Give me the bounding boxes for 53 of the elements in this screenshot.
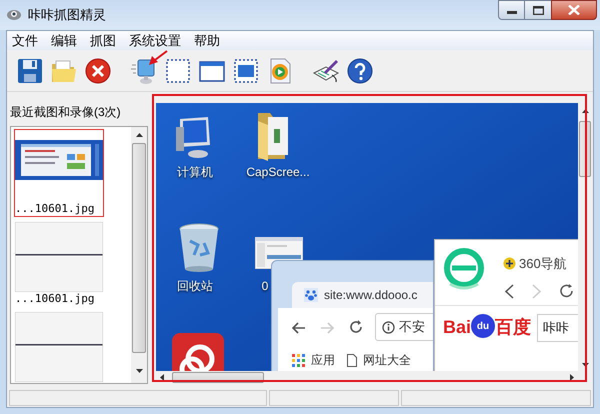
logo-text: Bai xyxy=(443,316,472,338)
close-button[interactable] xyxy=(551,0,597,20)
search-value: 咔咔 xyxy=(543,319,569,338)
bookmark-link[interactable]: 应用 xyxy=(311,351,335,369)
recent-captures-title: 最近截图和录像(3次) xyxy=(10,104,122,121)
delete-icon[interactable] xyxy=(84,56,112,84)
dashed-screen-icon[interactable] xyxy=(232,56,260,84)
vertical-scrollbar[interactable] xyxy=(131,127,147,383)
menu-item[interactable]: 抓图 xyxy=(90,30,116,50)
info-icon xyxy=(382,320,395,334)
maximize-icon xyxy=(532,6,544,14)
scroll-up-icon xyxy=(136,133,142,137)
menu-item[interactable]: 帮助 xyxy=(194,30,220,50)
help-icon[interactable] xyxy=(346,56,374,84)
address-text: 不安 xyxy=(399,318,425,336)
scroll-down-icon xyxy=(582,363,588,367)
menu-item[interactable]: 编辑 xyxy=(51,30,77,50)
desktop-icon-label: 计算机 xyxy=(176,164,214,181)
page-icon xyxy=(347,354,357,366)
logo-mark: du xyxy=(471,314,496,338)
desktop-icon-label: 回收站 xyxy=(176,278,214,295)
scroll-right-icon xyxy=(570,374,574,380)
plus-circle-icon xyxy=(503,257,516,270)
browser-tab[interactable]: site:www.ddooo.c xyxy=(292,282,433,308)
browser-logo-icon xyxy=(444,248,484,292)
thumbnail-item[interactable]: ...10601.jpg xyxy=(14,221,104,307)
back-arrow-icon[interactable] xyxy=(292,322,306,334)
minimize-icon xyxy=(506,11,516,15)
dashed-square-icon[interactable] xyxy=(164,56,192,84)
maximize-button[interactable] xyxy=(525,0,551,20)
desktop-icon-label: 0 xyxy=(260,278,270,295)
scroll-down-icon xyxy=(136,369,142,373)
paw-icon xyxy=(304,288,318,302)
minimize-button[interactable] xyxy=(498,0,525,20)
tab-title: site:www.ddooo.c xyxy=(324,287,418,304)
annotation-arrow xyxy=(148,50,168,66)
reload-icon[interactable] xyxy=(349,320,363,334)
scrollbar-thumb[interactable] xyxy=(132,143,146,353)
close-icon xyxy=(568,5,580,15)
window-title: 咔咔抓图精灵 xyxy=(28,6,106,24)
scroll-up-icon xyxy=(582,109,588,113)
desktop-icon-label: CapScree... xyxy=(245,164,311,181)
thumbnail-item[interactable]: ...10601.jpg xyxy=(14,129,104,217)
recycle-bin-icon xyxy=(178,223,220,273)
menu-item[interactable]: 文件 xyxy=(12,30,38,50)
app-icon xyxy=(172,333,224,371)
apps-grid-icon xyxy=(292,354,305,366)
scroll-left-icon xyxy=(160,374,164,380)
tab-title[interactable]: 360导航 xyxy=(519,254,567,274)
reload-icon[interactable] xyxy=(559,283,575,299)
logo-text: 百度 xyxy=(495,316,532,338)
menu-item[interactable]: 系统设置 xyxy=(129,30,181,50)
bookmark-link[interactable]: 网址大全 xyxy=(363,351,411,369)
